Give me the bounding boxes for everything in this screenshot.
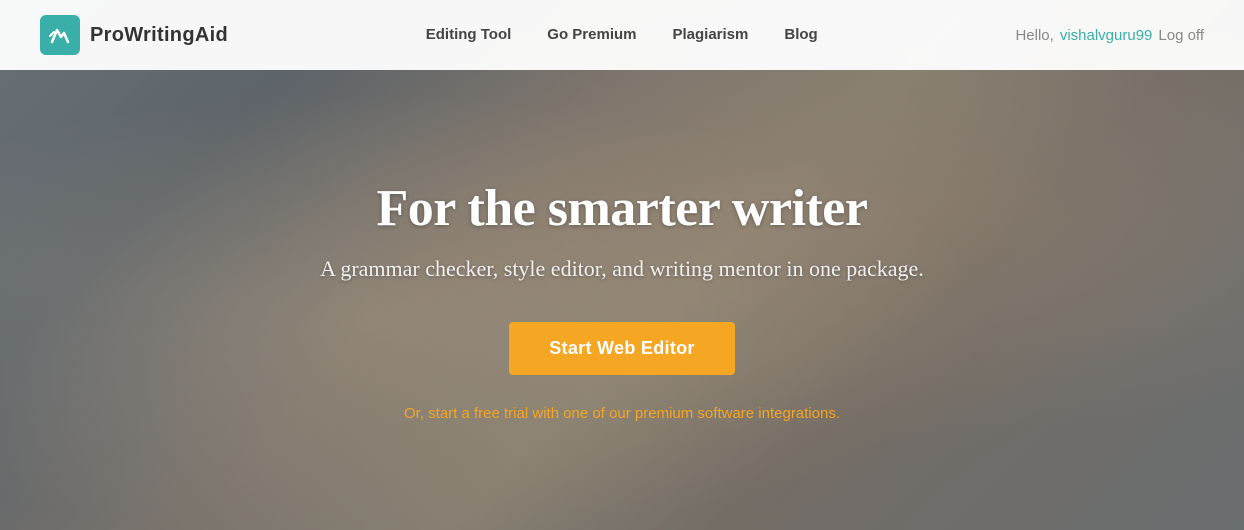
- nav-item-editing-tool[interactable]: Editing Tool: [426, 26, 512, 44]
- greeting-text: Hello,: [1015, 27, 1053, 44]
- username-text: vishalvguru99: [1060, 27, 1153, 44]
- nav-link-plagiarism[interactable]: Plagiarism: [672, 26, 748, 43]
- hero-section: For the smarter writer A grammar checker…: [0, 70, 1244, 530]
- hero-title: For the smarter writer: [377, 179, 868, 238]
- nav-item-go-premium[interactable]: Go Premium: [547, 26, 636, 44]
- nav-link-editing-tool[interactable]: Editing Tool: [426, 26, 512, 43]
- nav-item-blog[interactable]: Blog: [784, 26, 817, 44]
- nav-item-plagiarism[interactable]: Plagiarism: [672, 26, 748, 44]
- logoff-link[interactable]: Log off: [1158, 27, 1204, 44]
- nav-link-blog[interactable]: Blog: [784, 26, 817, 43]
- brand-logo-icon: [40, 15, 80, 55]
- hero-secondary-text: Or, start a free trial with one of our p…: [404, 405, 840, 422]
- nav-link-go-premium[interactable]: Go Premium: [547, 26, 636, 43]
- start-web-editor-button[interactable]: Start Web Editor: [509, 322, 734, 375]
- user-section: Hello, vishalvguru99 Log off: [1015, 27, 1204, 44]
- hero-subtitle: A grammar checker, style editor, and wri…: [320, 256, 924, 282]
- brand-logo-link[interactable]: ProWritingAid: [40, 15, 228, 55]
- navbar: ProWritingAid Editing Tool Go Premium Pl…: [0, 0, 1244, 70]
- brand-name: ProWritingAid: [90, 24, 228, 47]
- main-nav: Editing Tool Go Premium Plagiarism Blog: [426, 26, 818, 44]
